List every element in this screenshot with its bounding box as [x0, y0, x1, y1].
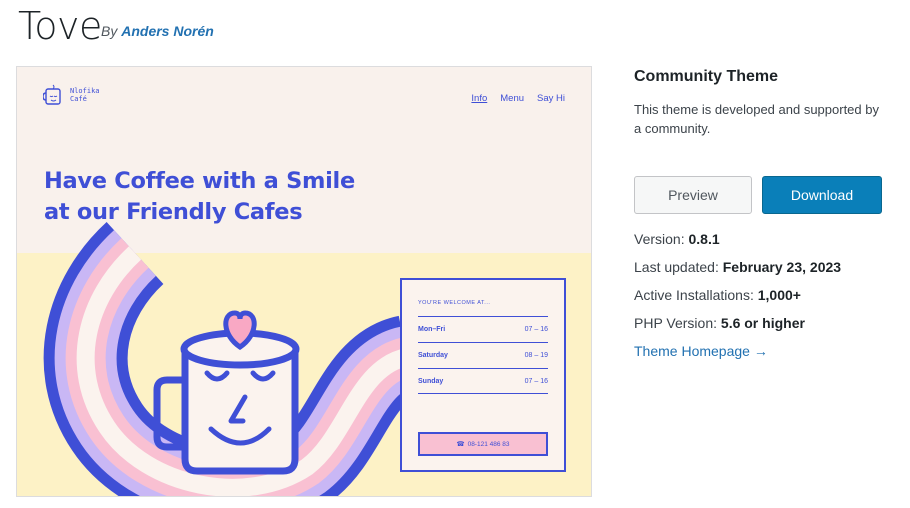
- community-theme-description: This theme is developed and supported by…: [634, 102, 879, 136]
- theme-screenshot: Nlofika Café Info Menu Say Hi Have Coffe…: [16, 66, 592, 497]
- hours-row: Mon–Fri 07 – 16: [418, 316, 548, 342]
- active-installations-row: Active Installations: 1,000+: [634, 286, 841, 314]
- action-buttons: Preview Download: [634, 176, 882, 214]
- preview-button[interactable]: Preview: [634, 176, 752, 214]
- opening-hours-list: Mon–Fri 07 – 16 Saturday 08 – 19 Sunday …: [418, 316, 548, 394]
- hours-time: 07 – 16: [524, 326, 548, 333]
- theme-title: Tove: [18, 4, 102, 48]
- last-updated-value: February 23, 2023: [722, 259, 842, 275]
- active-installations-label: Active Installations:: [634, 287, 754, 303]
- php-version-row: PHP Version: 5.6 or higher: [634, 314, 841, 342]
- hours-time: 08 – 19: [524, 352, 548, 359]
- php-version-label: PHP Version:: [634, 315, 718, 331]
- version-row: Version: 0.8.1: [634, 230, 841, 258]
- community-theme-title: Community Theme: [634, 68, 779, 85]
- version-label: Version:: [634, 231, 685, 247]
- hours-day: Saturday: [418, 352, 448, 359]
- opening-hours-heading: YOU'RE WELCOME AT...: [418, 300, 491, 306]
- theme-homepage-link[interactable]: Theme Homepage →: [634, 343, 768, 359]
- hours-day: Mon–Fri: [418, 326, 446, 333]
- theme-author-byline: By Anders Norén: [101, 23, 214, 39]
- active-installations-value: 1,000+: [757, 287, 801, 303]
- theme-meta: Version: 0.8.1 Last updated: February 23…: [634, 230, 841, 370]
- phone-icon: ☎: [456, 441, 465, 448]
- theme-info-sidebar: Community Theme This theme is developed …: [634, 68, 894, 359]
- download-button[interactable]: Download: [762, 176, 882, 214]
- php-version-value: 5.6 or higher: [720, 315, 805, 331]
- hours-day: Sunday: [418, 377, 444, 385]
- phone-button: ☎ 08-121 486 83: [418, 432, 548, 456]
- theme-homepage-row: Theme Homepage →: [634, 342, 841, 370]
- hours-time: 07 – 16: [524, 377, 548, 385]
- phone-number: 08-121 486 83: [467, 440, 510, 448]
- hours-row: Sunday 07 – 16: [418, 368, 548, 394]
- last-updated-row: Last updated: February 23, 2023: [634, 258, 841, 286]
- opening-hours-card: YOU'RE WELCOME AT... Mon–Fri 07 – 16 Sat…: [400, 278, 566, 472]
- version-value: 0.8.1: [688, 231, 720, 247]
- author-link[interactable]: Anders Norén: [121, 23, 214, 39]
- last-updated-label: Last updated:: [634, 259, 719, 275]
- byline-prefix: By: [101, 23, 118, 39]
- hours-row: Saturday 08 – 19: [418, 342, 548, 368]
